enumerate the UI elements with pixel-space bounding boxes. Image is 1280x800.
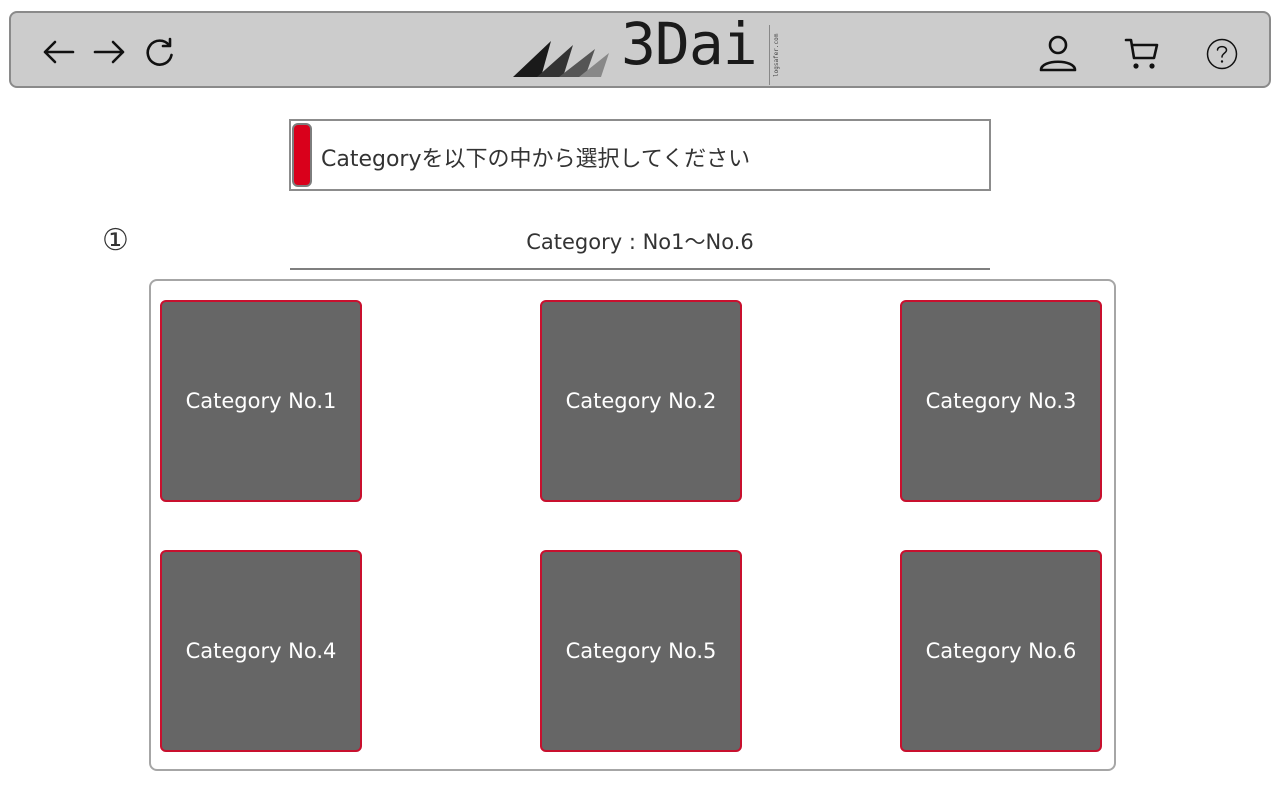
- category-card-3[interactable]: Category No.3: [900, 300, 1102, 502]
- arrow-right-icon: [93, 40, 125, 64]
- account-button[interactable]: [1034, 35, 1082, 73]
- top-navigation-bar: 3Dai logsafer.com: [9, 11, 1271, 88]
- instruction-marker: [292, 123, 312, 187]
- category-card-6[interactable]: Category No.6: [900, 550, 1102, 752]
- logo-site-text: logsafer.com: [773, 33, 780, 77]
- category-card-2[interactable]: Category No.2: [540, 300, 742, 502]
- help-icon: [1206, 38, 1238, 70]
- reload-button[interactable]: [141, 35, 179, 69]
- cart-button[interactable]: [1119, 35, 1165, 73]
- logo-mark-icon: [513, 41, 609, 77]
- step-number: ①: [102, 223, 129, 258]
- section-divider: [290, 268, 990, 270]
- logo-divider: [769, 25, 770, 85]
- cart-icon: [1124, 38, 1159, 69]
- category-panel: Category No.1 Category No.2 Category No.…: [149, 279, 1116, 771]
- category-card-1[interactable]: Category No.1: [160, 300, 362, 502]
- category-card-4[interactable]: Category No.4: [160, 550, 362, 752]
- arrow-left-icon: [43, 40, 75, 64]
- help-button[interactable]: [1204, 35, 1240, 73]
- category-card-5[interactable]: Category No.5: [540, 550, 742, 752]
- instruction-banner: Categoryを以下の中から選択してください: [289, 119, 991, 191]
- reload-icon: [146, 37, 173, 66]
- logo-wordmark: 3Dai: [621, 10, 758, 78]
- instruction-text: Categoryを以下の中から選択してください: [321, 147, 751, 172]
- forward-button[interactable]: [91, 35, 129, 69]
- site-logo[interactable]: 3Dai logsafer.com: [511, 15, 801, 85]
- section-title: Category : No1～No.6: [526, 230, 754, 254]
- user-icon: [1039, 35, 1077, 72]
- back-button[interactable]: [39, 35, 77, 69]
